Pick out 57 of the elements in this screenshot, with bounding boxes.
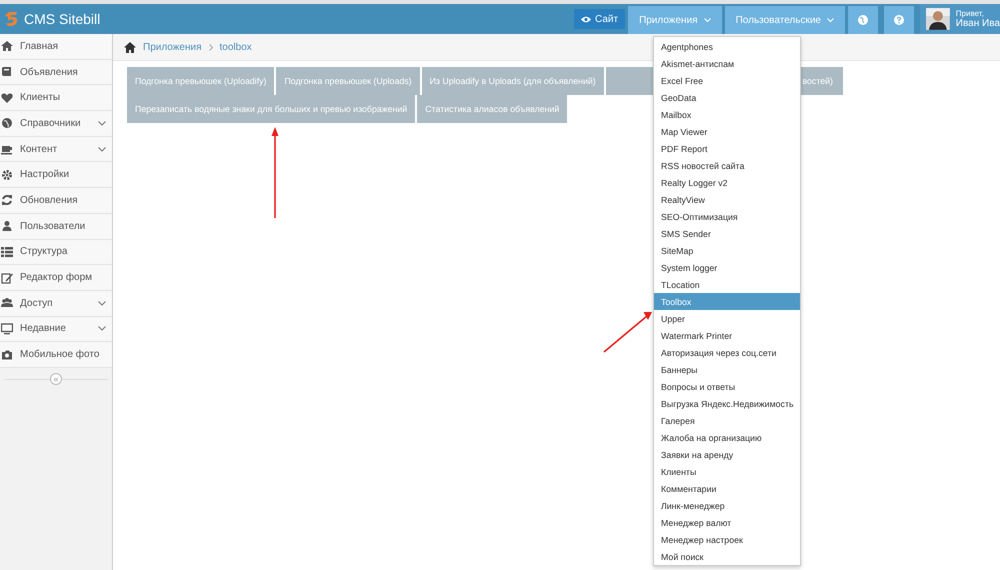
- chevron-icon: [98, 326, 106, 332]
- dropdown-item[interactable]: Akismet-антиспам: [654, 55, 800, 72]
- dropdown-item[interactable]: Комментарии: [654, 480, 800, 497]
- dropdown-item[interactable]: SiteMap: [654, 242, 800, 259]
- dropdown-item[interactable]: Upper: [654, 310, 800, 327]
- sidebar-item[interactable]: Недавние: [0, 316, 112, 342]
- dropdown-item[interactable]: PDF Report: [654, 140, 800, 157]
- dropdown-item[interactable]: Mailbox: [654, 106, 800, 123]
- brand-name[interactable]: CMS Sitebill: [24, 11, 100, 27]
- caret-icon: [704, 18, 711, 22]
- dropdown-item[interactable]: Вопросы и ответы: [654, 378, 800, 395]
- help-icon[interactable]: [884, 6, 914, 34]
- dropdown-item[interactable]: Realty Logger v2: [654, 174, 800, 191]
- dropdown-item[interactable]: Agentphones: [654, 38, 800, 55]
- dropdown-item[interactable]: Выгрузка Яндекс.Недвижимость: [654, 395, 800, 412]
- dropdown-item[interactable]: TLocation: [654, 276, 800, 293]
- dropdown-item[interactable]: Map Viewer: [654, 123, 800, 140]
- dropdown-item[interactable]: SEO-Оптимизация: [654, 208, 800, 225]
- dropdown-item[interactable]: RealtyView: [654, 191, 800, 208]
- dropdown-item[interactable]: Заявки на аренду: [654, 446, 800, 463]
- sidebar-item[interactable]: Главная: [0, 34, 112, 60]
- sidebar-item[interactable]: Объявления: [0, 60, 112, 86]
- sidebar-item[interactable]: Структура: [0, 240, 112, 266]
- sidebar-item[interactable]: Доступ: [0, 290, 112, 317]
- dropdown-item[interactable]: GeoData: [654, 89, 800, 106]
- sidebar-item[interactable]: Редактор форм: [0, 265, 112, 291]
- dropdown-item[interactable]: Менеджер валют: [654, 514, 800, 531]
- dropdown-item[interactable]: SMS Sender: [654, 225, 800, 242]
- home-icon[interactable]: [124, 42, 136, 52]
- dropdown-item[interactable]: Мой поиск: [654, 548, 800, 565]
- dropdown-item[interactable]: Менеджер настроек: [654, 531, 800, 548]
- dropdown-item[interactable]: Жалоба на организацию: [654, 429, 800, 446]
- sidebar-item[interactable]: Контент: [0, 136, 112, 162]
- dropdown-item[interactable]: Клиенты: [654, 463, 800, 480]
- eye-icon: [581, 16, 591, 22]
- dropdown-item[interactable]: Watermark Printer: [654, 327, 800, 344]
- chevron-right-icon: [208, 44, 213, 50]
- sidebar-item[interactable]: Настройки: [0, 162, 112, 188]
- chevron-icon: [98, 300, 106, 306]
- sidebar-item[interactable]: Клиенты: [0, 85, 112, 112]
- dropdown-item[interactable]: Галерея: [654, 412, 800, 429]
- dropdown-item[interactable]: RSS новостей сайта: [654, 157, 800, 174]
- caret-icon: [827, 18, 834, 22]
- logo-icon: [5, 11, 19, 27]
- chevron-icon: [98, 120, 106, 126]
- site-button[interactable]: Сайт: [574, 9, 626, 29]
- sidebar-item[interactable]: Пользователи: [0, 214, 112, 240]
- sidebar-item[interactable]: Обновления: [0, 188, 112, 214]
- dropdown-item[interactable]: System logger: [654, 259, 800, 276]
- sidebar-item[interactable]: Мобильное фото: [0, 342, 112, 368]
- dropdown-item[interactable]: Линк-менеджер: [654, 497, 800, 514]
- annotation-arrow: [603, 312, 652, 353]
- chevron-icon: [98, 146, 106, 152]
- dropdown-item[interactable]: Баннеры: [654, 361, 800, 378]
- dropdown-item[interactable]: Авторизация через соц.сети: [654, 344, 800, 361]
- sidebar-item[interactable]: Справочники: [0, 111, 112, 137]
- dropdown-item[interactable]: Excel Free: [654, 72, 800, 89]
